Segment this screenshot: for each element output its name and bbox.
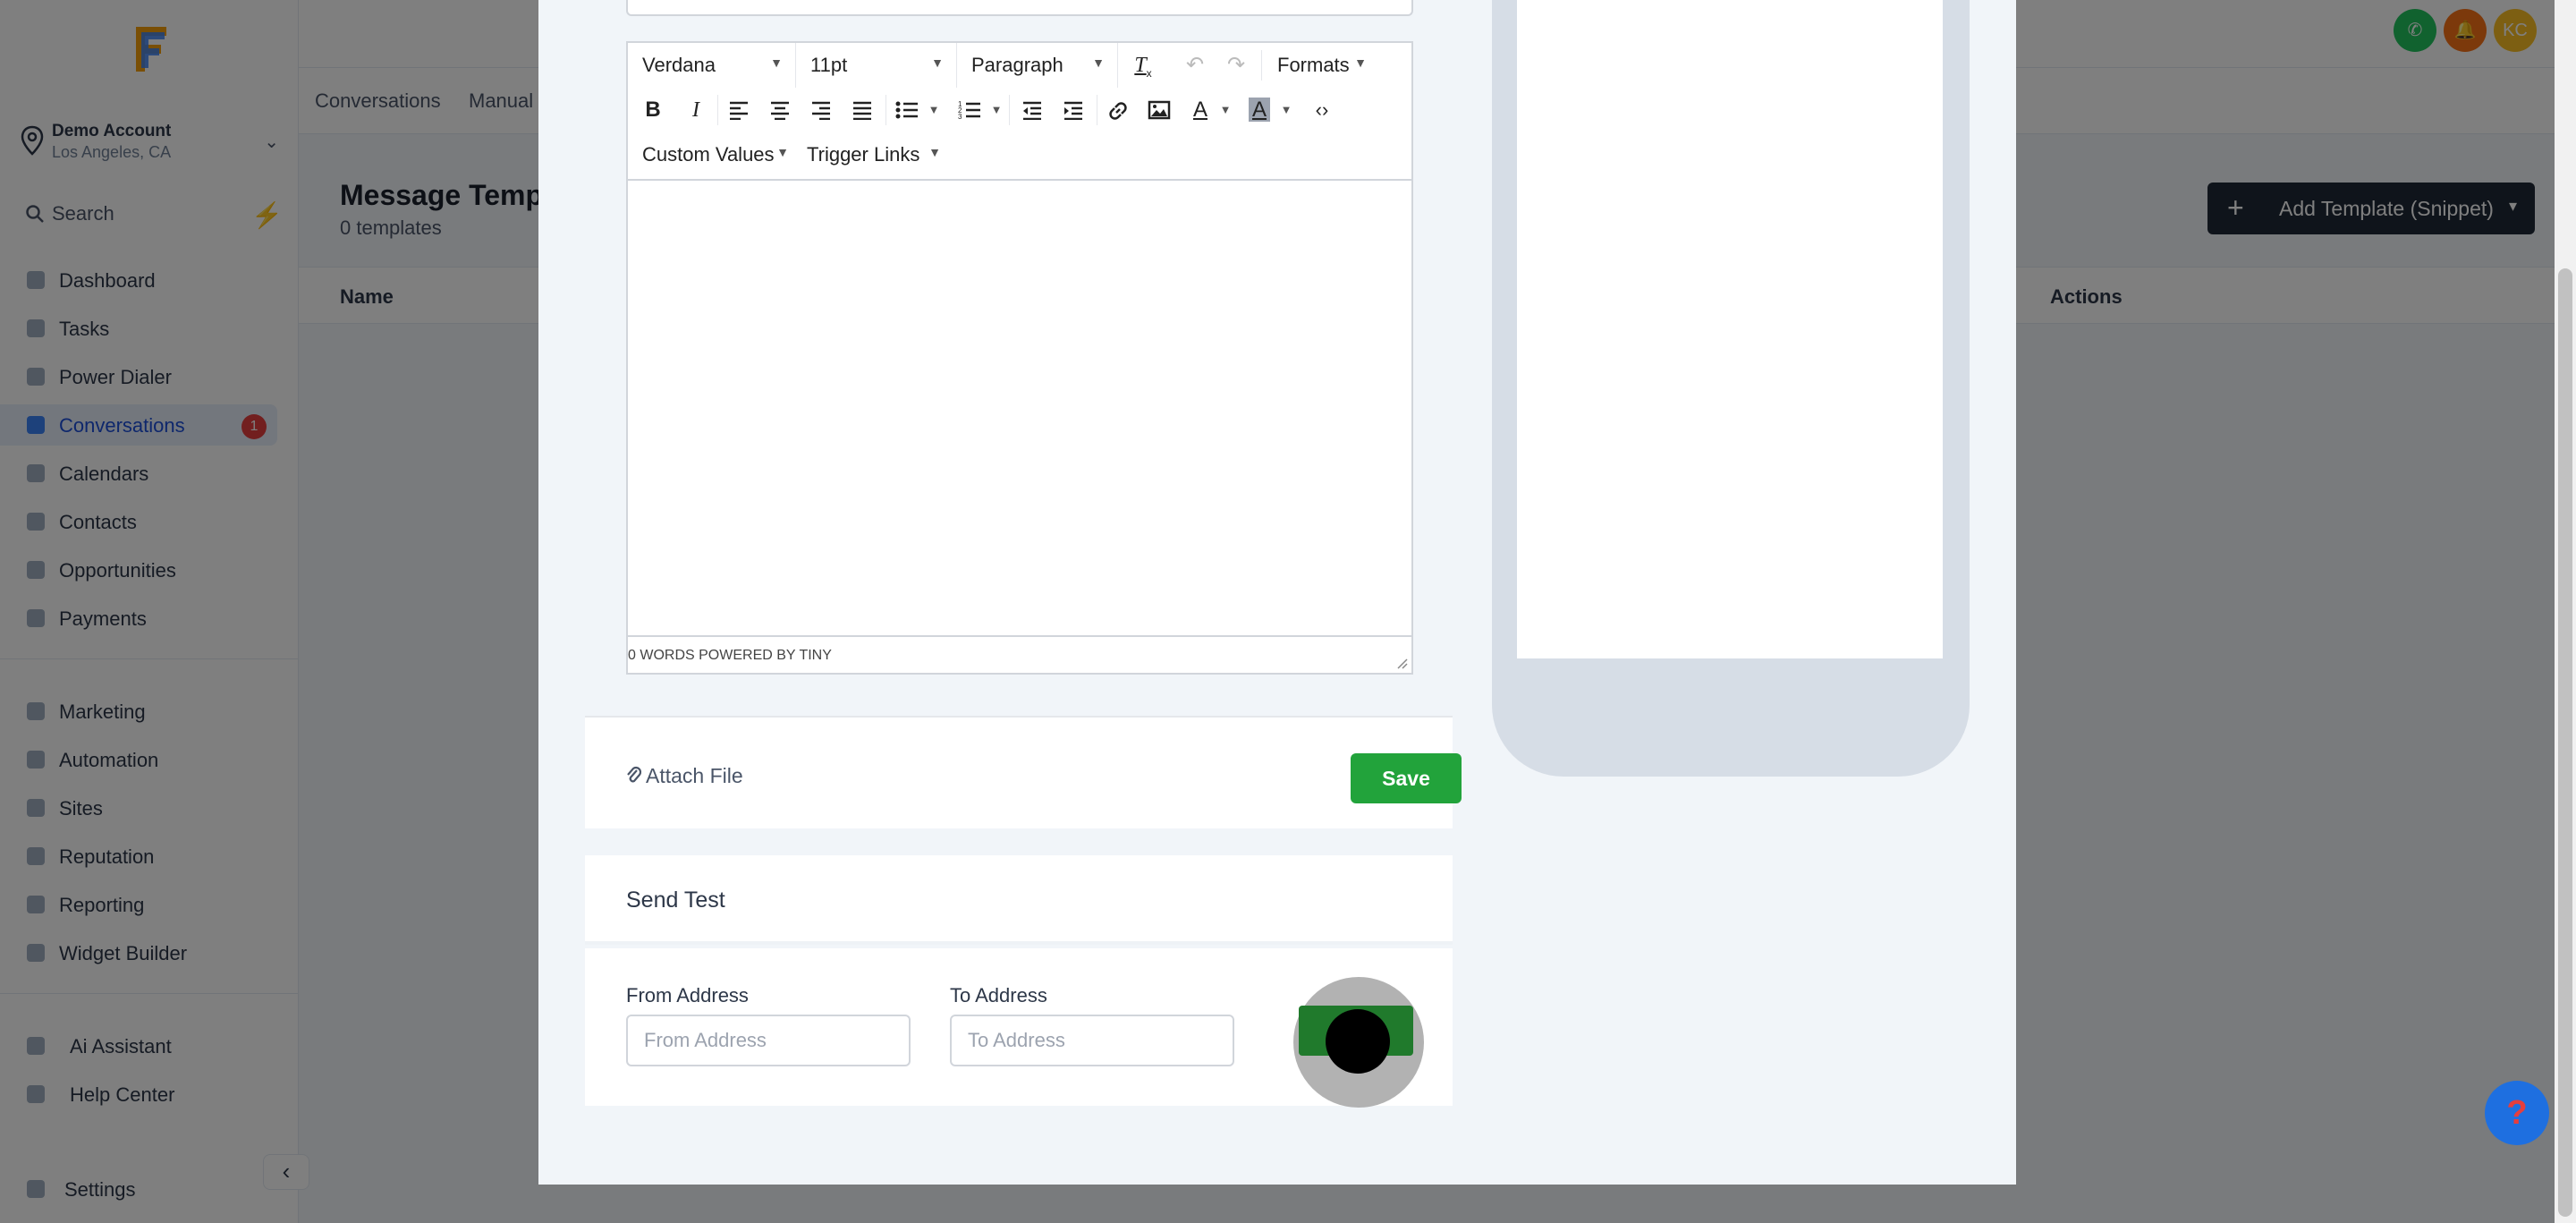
block-format-value: Paragraph bbox=[971, 54, 1063, 76]
to-address-label: To Address bbox=[950, 984, 1047, 1006]
cursor-dot bbox=[1326, 1009, 1390, 1074]
from-address-input[interactable] bbox=[626, 1015, 911, 1066]
phone-preview-screen bbox=[1517, 0, 1943, 658]
resize-handle-icon[interactable] bbox=[1395, 657, 1408, 669]
outdent-icon[interactable] bbox=[1014, 93, 1050, 127]
send-test-header: Send Test bbox=[585, 855, 1453, 945]
editor-footer: Attach File Save bbox=[585, 716, 1462, 828]
font-size-value: 11pt bbox=[810, 54, 848, 76]
to-address-input[interactable] bbox=[950, 1015, 1234, 1066]
editor-content-area[interactable] bbox=[628, 179, 1411, 635]
text-color-icon[interactable]: A bbox=[1182, 93, 1218, 127]
redo-icon[interactable]: ↷ bbox=[1218, 48, 1254, 82]
rich-text-editor: Verdana ▼ 11pt ▼ Paragraph ▼ Tx ↶ ↷ Form… bbox=[626, 41, 1413, 675]
caret-down-icon: ▼ bbox=[1354, 55, 1367, 70]
block-format-select[interactable]: Paragraph ▼ bbox=[957, 43, 1118, 88]
font-family-value: Verdana bbox=[642, 54, 716, 76]
formats-menu[interactable]: Formats ▼ bbox=[1263, 43, 1370, 88]
attach-file-label: Attach File bbox=[646, 764, 743, 787]
caret-down-icon[interactable]: ▼ bbox=[1216, 93, 1234, 127]
clear-formatting-icon[interactable]: Tx bbox=[1125, 48, 1161, 82]
phone-preview bbox=[1492, 0, 1970, 777]
caret-down-icon: ▼ bbox=[931, 55, 944, 70]
align-justify-icon[interactable] bbox=[844, 93, 880, 127]
font-family-select[interactable]: Verdana ▼ bbox=[628, 43, 796, 88]
custom-values-menu[interactable]: Custom Values ▼ bbox=[628, 132, 792, 177]
subject-input-bottom-edge[interactable] bbox=[626, 0, 1413, 16]
toolbar-divider bbox=[1261, 50, 1262, 81]
word-count: 0 WORDS POWERED BY TINY bbox=[628, 648, 832, 663]
image-icon[interactable] bbox=[1141, 93, 1177, 127]
scrollbar-thumb[interactable] bbox=[2558, 268, 2572, 1217]
caret-down-icon: ▼ bbox=[1092, 55, 1105, 70]
font-size-select[interactable]: 11pt ▼ bbox=[796, 43, 957, 88]
help-button[interactable]: ? bbox=[2485, 1081, 2549, 1145]
undo-icon[interactable]: ↶ bbox=[1177, 48, 1213, 82]
toolbar-divider bbox=[1009, 95, 1010, 125]
italic-icon[interactable]: I bbox=[678, 93, 714, 127]
caret-down-icon: ▼ bbox=[928, 145, 941, 159]
paperclip-icon bbox=[627, 766, 642, 783]
caret-down-icon[interactable]: ▼ bbox=[925, 93, 943, 127]
numbered-list-icon[interactable]: 123 bbox=[952, 93, 987, 127]
save-button[interactable]: Save bbox=[1351, 753, 1462, 803]
trigger-links-menu[interactable]: Trigger Links ▼ bbox=[792, 132, 945, 177]
editor-statusbar: 0 WORDS POWERED BY TINY bbox=[628, 635, 1411, 673]
background-color-icon[interactable]: A bbox=[1241, 93, 1277, 127]
editor-toolbar-row-1: Verdana ▼ 11pt ▼ Paragraph ▼ Tx ↶ ↷ Form… bbox=[628, 43, 1411, 88]
custom-values-label: Custom Values bbox=[642, 143, 775, 166]
attach-file-button[interactable]: Attach File bbox=[626, 764, 743, 788]
indent-icon[interactable] bbox=[1055, 93, 1091, 127]
question-icon: ? bbox=[2506, 1094, 2528, 1132]
align-left-icon[interactable] bbox=[721, 93, 757, 127]
formats-label: Formats bbox=[1277, 54, 1350, 76]
bold-icon[interactable]: B bbox=[635, 93, 671, 127]
bullet-list-icon[interactable] bbox=[889, 93, 925, 127]
source-code-icon[interactable]: ‹› bbox=[1304, 93, 1340, 127]
caret-down-icon[interactable]: ▼ bbox=[1277, 93, 1295, 127]
link-icon[interactable] bbox=[1100, 93, 1136, 127]
send-test-title: Send Test bbox=[626, 888, 725, 913]
svg-text:3: 3 bbox=[958, 113, 962, 120]
caret-down-icon[interactable]: ▼ bbox=[987, 93, 1005, 127]
toolbar-divider bbox=[717, 95, 718, 125]
page-scrollbar[interactable] bbox=[2555, 0, 2576, 1223]
caret-down-icon: ▼ bbox=[776, 145, 789, 159]
caret-down-icon: ▼ bbox=[770, 55, 783, 70]
editor-toolbar-row-2: B I ▼ 123 ▼ A ▼ A ▼ ‹› bbox=[628, 88, 1411, 132]
trigger-links-label: Trigger Links bbox=[807, 143, 920, 166]
align-right-icon[interactable] bbox=[803, 93, 839, 127]
editor-toolbar-row-3: Custom Values ▼ Trigger Links ▼ bbox=[628, 132, 1411, 177]
align-center-icon[interactable] bbox=[762, 93, 798, 127]
from-address-label: From Address bbox=[626, 984, 749, 1006]
